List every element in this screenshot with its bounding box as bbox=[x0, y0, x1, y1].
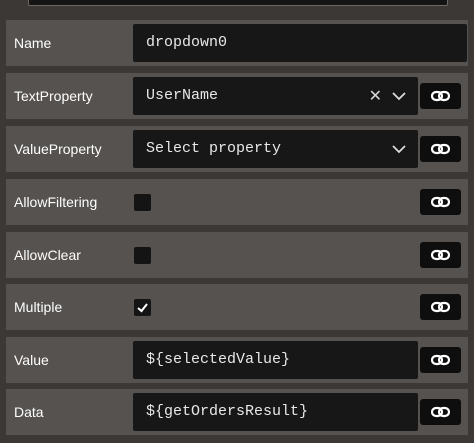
property-label: Value bbox=[14, 352, 49, 368]
link-icon bbox=[431, 354, 450, 366]
value-input[interactable]: ${selectedValue} bbox=[133, 341, 418, 379]
check-icon bbox=[137, 303, 148, 313]
previous-field[interactable] bbox=[28, 0, 448, 6]
multiple-checkbox[interactable] bbox=[134, 299, 151, 316]
property-row-data: Data ${getOrdersResult} bbox=[6, 389, 468, 435]
link-button-multiple[interactable] bbox=[420, 294, 461, 320]
link-button-allow-filtering[interactable] bbox=[420, 189, 461, 215]
data-input[interactable]: ${getOrdersResult} bbox=[133, 393, 418, 431]
property-label: Data bbox=[14, 404, 44, 420]
allow-filtering-checkbox[interactable] bbox=[134, 194, 151, 211]
input-value: ${getOrdersResult} bbox=[146, 403, 309, 420]
link-icon bbox=[431, 143, 450, 155]
link-icon bbox=[431, 301, 450, 313]
property-row-allow-filtering: AllowFiltering bbox=[6, 179, 468, 225]
chevron-down-icon[interactable] bbox=[392, 143, 406, 155]
input-value: dropdown0 bbox=[146, 34, 228, 51]
link-button-value[interactable] bbox=[420, 347, 461, 373]
property-row-value-property: ValueProperty Select property bbox=[6, 126, 468, 172]
text-property-dropdown[interactable]: UserName ✕ bbox=[133, 77, 418, 115]
link-icon bbox=[431, 249, 450, 261]
property-label: TextProperty bbox=[14, 88, 93, 104]
link-button-text-property[interactable] bbox=[420, 83, 461, 109]
properties-panel: Name dropdown0 TextProperty UserName ✕ V… bbox=[0, 0, 474, 443]
previous-row-edge bbox=[0, 0, 474, 10]
link-icon bbox=[431, 90, 450, 102]
property-label: AllowClear bbox=[14, 247, 81, 263]
property-row-text-property: TextProperty UserName ✕ bbox=[6, 73, 468, 119]
property-row-multiple: Multiple bbox=[6, 284, 468, 330]
property-label: Multiple bbox=[14, 299, 63, 315]
link-button-data[interactable] bbox=[420, 399, 461, 425]
property-label: Name bbox=[14, 35, 52, 51]
link-icon bbox=[431, 406, 450, 418]
value-property-dropdown[interactable]: Select property bbox=[133, 130, 418, 168]
property-row-value: Value ${selectedValue} bbox=[6, 337, 468, 383]
property-row-name: Name dropdown0 bbox=[6, 20, 468, 66]
name-input[interactable]: dropdown0 bbox=[133, 24, 467, 62]
property-label: ValueProperty bbox=[14, 141, 102, 157]
link-icon bbox=[431, 196, 450, 208]
link-button-value-property[interactable] bbox=[420, 136, 461, 162]
dropdown-value: UserName bbox=[146, 87, 219, 104]
close-icon[interactable]: ✕ bbox=[369, 77, 382, 115]
input-value: ${selectedValue} bbox=[146, 351, 291, 368]
allow-clear-checkbox[interactable] bbox=[134, 247, 151, 264]
chevron-down-icon[interactable] bbox=[392, 90, 406, 102]
property-label: AllowFiltering bbox=[14, 194, 98, 210]
property-row-allow-clear: AllowClear bbox=[6, 232, 468, 278]
dropdown-placeholder: Select property bbox=[146, 140, 282, 157]
link-button-allow-clear[interactable] bbox=[420, 242, 461, 268]
